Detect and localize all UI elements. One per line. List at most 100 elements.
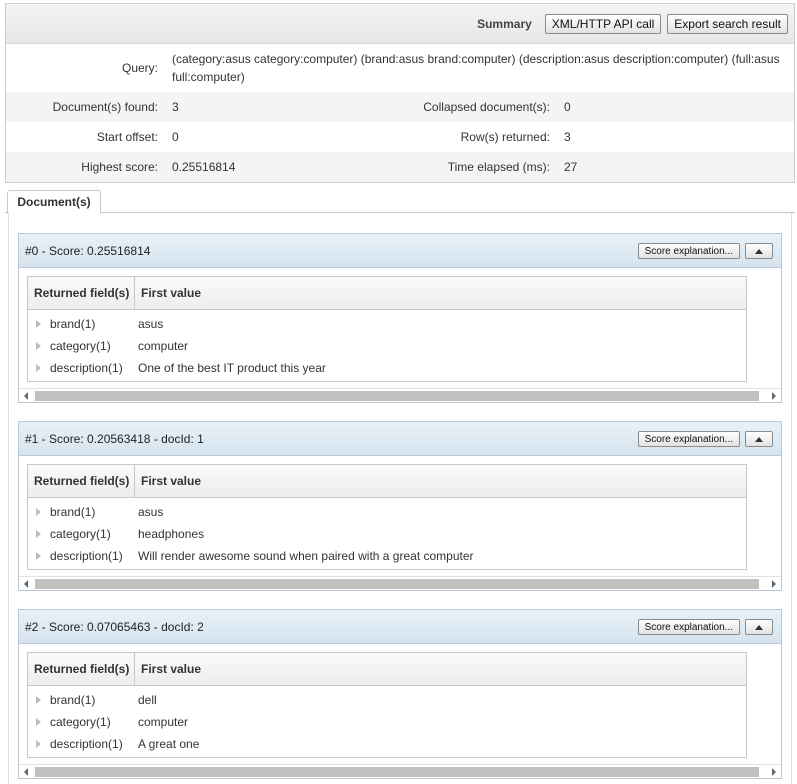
collapse-button[interactable] bbox=[745, 619, 773, 635]
scrollbar-thumb[interactable] bbox=[35, 766, 759, 777]
start-offset-label: Start offset: bbox=[96, 130, 158, 144]
rows-returned-label: Row(s) returned: bbox=[460, 130, 550, 144]
document-title: #2 - Score: 0.07065463 - docId: 2 bbox=[25, 619, 204, 634]
table-row[interactable]: category(1) headphones bbox=[28, 523, 746, 545]
table-row[interactable]: category(1) computer bbox=[28, 335, 746, 357]
scroll-left-button[interactable] bbox=[19, 765, 33, 779]
field-name: category(1) bbox=[50, 527, 111, 541]
table-header: Returned field(s) First value bbox=[28, 653, 746, 686]
expand-arrow-icon[interactable] bbox=[36, 740, 41, 748]
collapsed-documents-label: Collapsed document(s): bbox=[398, 92, 557, 122]
expand-arrow-icon[interactable] bbox=[36, 718, 41, 726]
field-name: brand(1) bbox=[50, 317, 96, 331]
expand-arrow-icon[interactable] bbox=[36, 364, 41, 372]
expand-arrow-icon[interactable] bbox=[36, 320, 41, 328]
expand-arrow-icon[interactable] bbox=[36, 530, 41, 538]
horizontal-scrollbar[interactable] bbox=[19, 764, 781, 778]
time-elapsed-value: 27 bbox=[557, 152, 794, 182]
horizontal-scrollbar[interactable] bbox=[19, 388, 781, 402]
document-header: #0 - Score: 0.25516814 Score explanation… bbox=[19, 234, 781, 268]
column-header-first-value[interactable]: First value bbox=[135, 465, 746, 497]
scroll-right-button[interactable] bbox=[767, 577, 781, 591]
table-row[interactable]: brand(1) dell bbox=[28, 689, 746, 711]
scroll-left-button[interactable] bbox=[19, 389, 33, 403]
highest-score-value: 0.25516814 bbox=[165, 152, 398, 182]
column-header-first-value[interactable]: First value bbox=[135, 653, 746, 685]
expand-arrow-icon[interactable] bbox=[36, 696, 41, 704]
field-name: brand(1) bbox=[50, 693, 96, 707]
field-value: One of the best IT product this year bbox=[138, 361, 326, 375]
score-explanation-button[interactable]: Score explanation... bbox=[637, 431, 740, 447]
field-value: computer bbox=[138, 715, 189, 729]
expand-arrow-icon[interactable] bbox=[36, 508, 41, 516]
documents-found-label: Document(s) found: bbox=[6, 92, 165, 122]
start-offset-value: 0 bbox=[172, 130, 179, 144]
collapse-button[interactable] bbox=[745, 431, 773, 447]
document-header: #1 - Score: 0.20563418 - docId: 1 Score … bbox=[19, 422, 781, 456]
scrollbar-thumb[interactable] bbox=[35, 578, 759, 589]
table-header: Returned field(s) First value bbox=[28, 465, 746, 498]
collapse-button[interactable] bbox=[745, 243, 773, 259]
field-name: category(1) bbox=[50, 339, 111, 353]
field-value: headphones bbox=[138, 527, 205, 541]
table-row[interactable]: brand(1) asus bbox=[28, 313, 746, 335]
fields-table: Returned field(s) First value brand(1) d… bbox=[27, 652, 747, 758]
summary-toolbar: Summary XML/HTTP API call Export search … bbox=[6, 4, 794, 44]
column-header-returned-fields[interactable]: Returned field(s) bbox=[28, 277, 135, 309]
field-name: category(1) bbox=[50, 715, 111, 729]
summary-title: Summary bbox=[477, 16, 532, 31]
document-panel: #0 - Score: 0.25516814 Score explanation… bbox=[18, 233, 782, 403]
table-row[interactable]: category(1) computer bbox=[28, 711, 746, 733]
column-header-returned-fields[interactable]: Returned field(s) bbox=[28, 653, 135, 685]
field-name: description(1) bbox=[50, 737, 123, 751]
column-header-returned-fields[interactable]: Returned field(s) bbox=[28, 465, 135, 497]
xml-http-api-call-button[interactable]: XML/HTTP API call bbox=[544, 13, 662, 34]
arrow-left-icon bbox=[24, 767, 28, 776]
highest-score-label: Highest score: bbox=[6, 152, 165, 182]
field-value: Will render awesome sound when paired wi… bbox=[138, 549, 474, 563]
document-header: #2 - Score: 0.07065463 - docId: 2 Score … bbox=[19, 610, 781, 644]
arrow-left-icon bbox=[24, 391, 28, 400]
scroll-right-button[interactable] bbox=[767, 765, 781, 779]
table-row[interactable]: brand(1) asus bbox=[28, 501, 746, 523]
document-title: #1 - Score: 0.20563418 - docId: 1 bbox=[25, 431, 204, 446]
table-header: Returned field(s) First value bbox=[28, 277, 746, 310]
fields-table: Returned field(s) First value brand(1) a… bbox=[27, 464, 747, 570]
horizontal-scrollbar[interactable] bbox=[19, 576, 781, 590]
expand-arrow-icon[interactable] bbox=[36, 342, 41, 350]
field-value: computer bbox=[138, 339, 189, 353]
scrollbar-thumb[interactable] bbox=[35, 390, 759, 401]
time-elapsed-label: Time elapsed (ms): bbox=[398, 152, 557, 182]
field-name: description(1) bbox=[50, 361, 123, 375]
tab-documents[interactable]: Document(s) bbox=[7, 190, 101, 214]
field-value: dell bbox=[138, 693, 157, 707]
arrow-right-icon bbox=[772, 767, 776, 776]
field-name: description(1) bbox=[50, 549, 123, 563]
documents-found-value: 3 bbox=[165, 92, 398, 122]
caret-up-icon bbox=[755, 248, 763, 254]
table-row[interactable]: description(1) Will render awesome sound… bbox=[28, 545, 746, 567]
document-panel: #2 - Score: 0.07065463 - docId: 2 Score … bbox=[18, 609, 782, 779]
summary-panel: Summary XML/HTTP API call Export search … bbox=[5, 3, 795, 183]
query-label: Query: bbox=[121, 61, 158, 75]
field-name: brand(1) bbox=[50, 505, 96, 519]
export-search-result-button[interactable]: Export search result bbox=[667, 13, 788, 34]
arrow-right-icon bbox=[772, 579, 776, 588]
results-tab-bar: Document(s) bbox=[5, 189, 795, 214]
collapsed-documents-value: 0 bbox=[557, 92, 794, 122]
fields-table: Returned field(s) First value brand(1) a… bbox=[27, 276, 747, 382]
arrow-left-icon bbox=[24, 579, 28, 588]
expand-arrow-icon[interactable] bbox=[36, 552, 41, 560]
column-header-first-value[interactable]: First value bbox=[135, 277, 746, 309]
document-panel: #1 - Score: 0.20563418 - docId: 1 Score … bbox=[18, 421, 782, 591]
table-row[interactable]: description(1) A great one bbox=[28, 733, 746, 755]
score-explanation-button[interactable]: Score explanation... bbox=[637, 619, 740, 635]
document-title: #0 - Score: 0.25516814 bbox=[25, 243, 151, 258]
field-value: asus bbox=[138, 505, 164, 519]
scroll-right-button[interactable] bbox=[767, 389, 781, 403]
table-row[interactable]: description(1) One of the best IT produc… bbox=[28, 357, 746, 379]
score-explanation-button[interactable]: Score explanation... bbox=[637, 243, 740, 259]
scroll-left-button[interactable] bbox=[19, 577, 33, 591]
query-value: (category:asus category:computer) (brand… bbox=[172, 52, 780, 84]
field-value: asus bbox=[138, 317, 164, 331]
